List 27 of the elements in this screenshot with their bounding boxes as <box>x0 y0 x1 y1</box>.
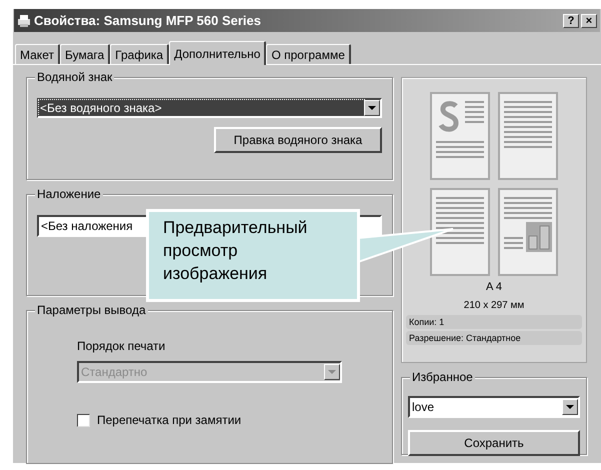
close-button[interactable]: × <box>581 14 597 28</box>
dropdown-value: <Без водяного знака> <box>39 100 364 116</box>
copies-info: Копии: 1 <box>406 314 582 328</box>
resolution-info: Разрешение: Стандартное <box>406 330 582 344</box>
help-button[interactable]: ? <box>563 14 579 28</box>
tab[interactable]: Графика <box>110 44 170 64</box>
group-label: Водяной знак <box>35 69 114 85</box>
tab[interactable]: Бумага <box>60 44 110 64</box>
dropdown-value: Стандартно <box>80 364 148 382</box>
dropdown-value: love <box>411 399 436 416</box>
printer-icon <box>17 14 31 28</box>
window-title: Свойства: Samsung MFP 560 Series <box>34 12 262 30</box>
dropdown-value: <Без наложения <box>40 218 134 236</box>
checkbox[interactable] <box>77 414 90 427</box>
callout-text: Предварительный просмотр изображения <box>163 217 308 285</box>
tab[interactable]: О программе <box>266 44 351 64</box>
push-button[interactable]: Сохранить <box>408 430 580 456</box>
favorites-dropdown[interactable]: love <box>408 396 580 418</box>
push-button[interactable]: Правка водяного знака <box>214 127 382 153</box>
tab[interactable]: Макет <box>15 44 60 64</box>
watermark-dropdown[interactable]: <Без водяного знака> <box>37 98 382 118</box>
paper-size: 210 x 297 мм <box>464 298 524 312</box>
group-label: Избранное <box>410 369 475 385</box>
checkbox-label: Перепечатка при замятии <box>97 412 242 430</box>
paper-name: A 4 <box>486 280 502 295</box>
field-label: Порядок печати <box>77 338 166 356</box>
tab[interactable]: Дополнительно <box>169 41 266 65</box>
